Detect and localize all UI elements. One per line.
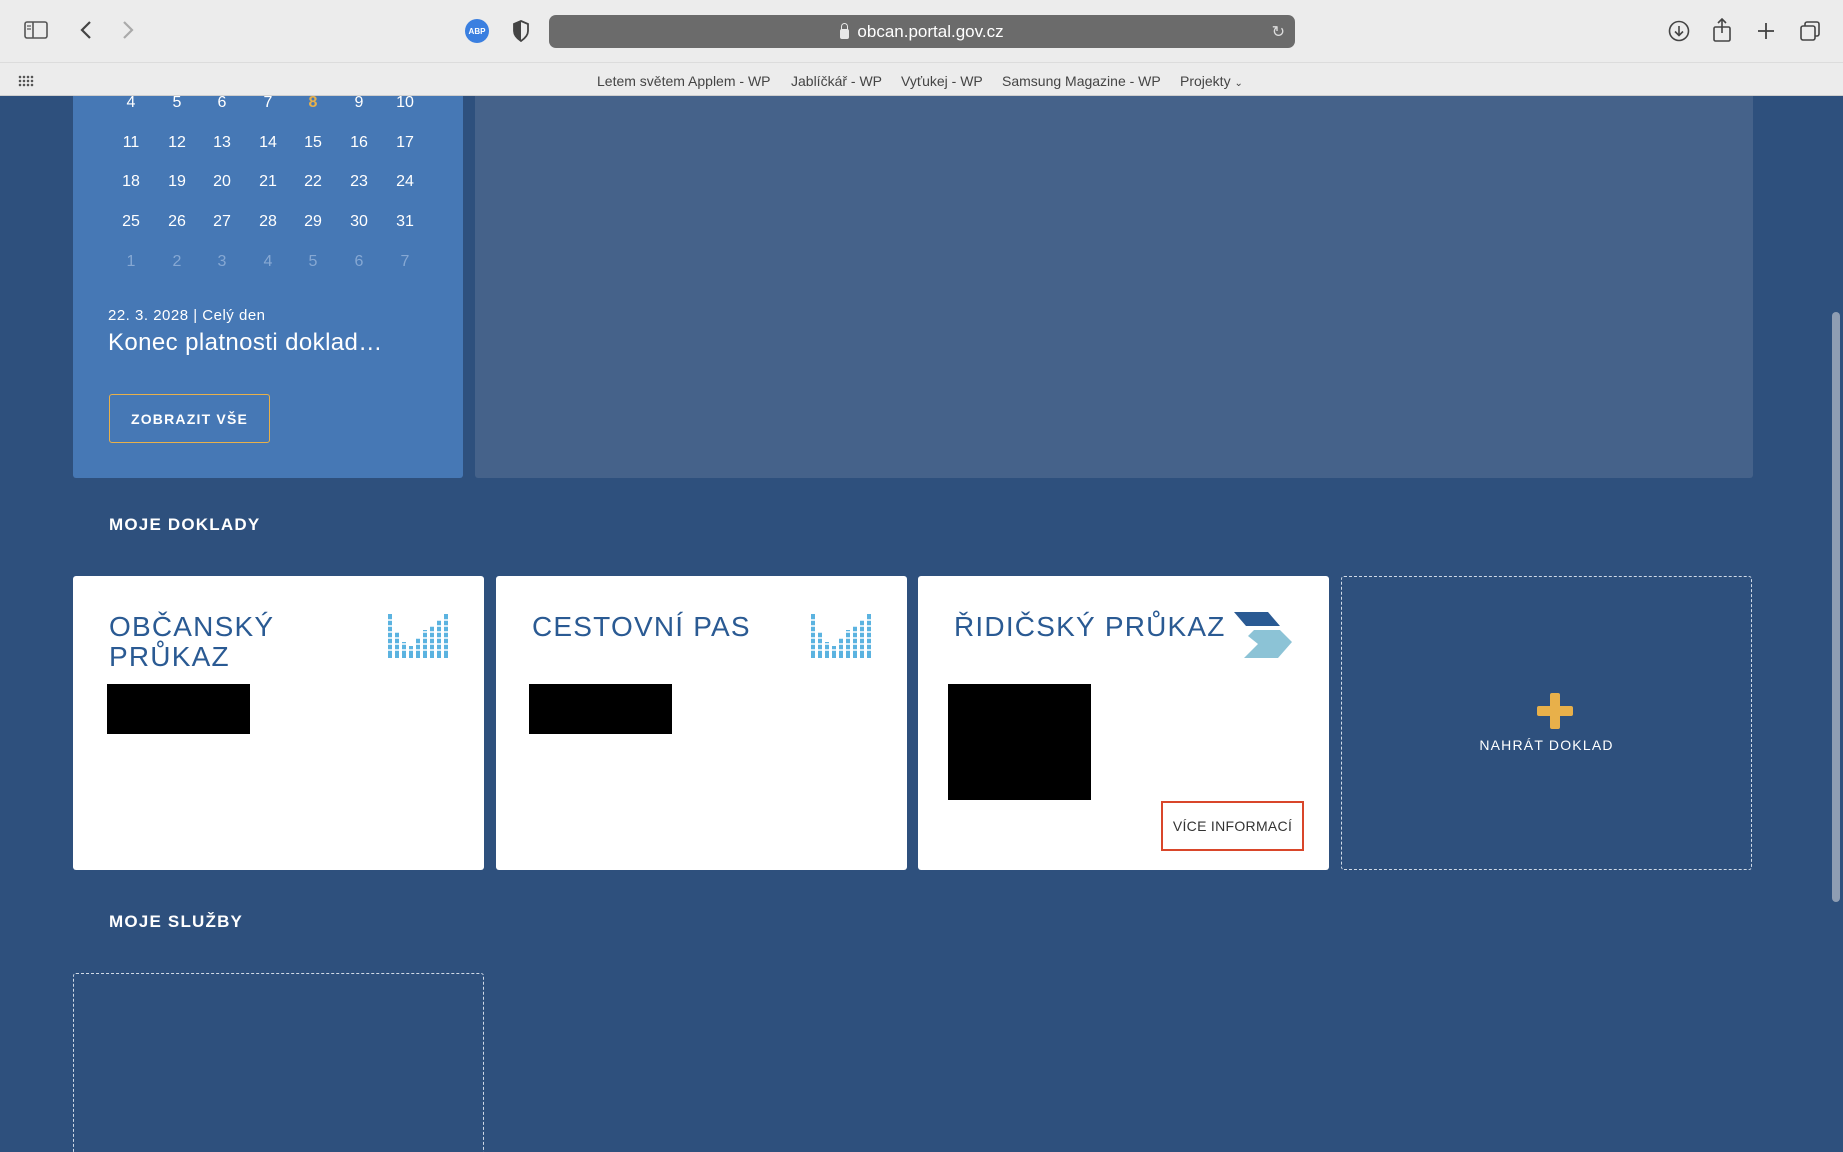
calendar-day[interactable]: 23 xyxy=(339,173,379,191)
calendar-day[interactable]: 22 xyxy=(293,173,333,191)
favorite-link-vytukej[interactable]: Vyťukej - WP xyxy=(901,73,983,89)
calendar-day[interactable]: 6 xyxy=(202,94,242,112)
calendar-day[interactable]: 27 xyxy=(202,213,242,231)
apps-grid-icon[interactable] xyxy=(18,75,34,87)
calendar-day[interactable]: 26 xyxy=(157,213,197,231)
calendar-widget: 4 5 6 7 8 9 10 11 12 13 14 15 16 17 18 1… xyxy=(73,94,463,478)
scrollbar[interactable] xyxy=(1832,312,1840,902)
calendar-day[interactable]: 19 xyxy=(157,173,197,191)
calendar-day[interactable]: 30 xyxy=(339,213,379,231)
redacted-document-number xyxy=(948,684,1091,800)
calendar-day-next-month[interactable]: 4 xyxy=(248,253,288,271)
calendar-day-next-month[interactable]: 5 xyxy=(293,253,333,271)
calendar-day[interactable]: 29 xyxy=(293,213,333,231)
favorite-link-samsung-magazine[interactable]: Samsung Magazine - WP xyxy=(1002,73,1161,89)
calendar-day[interactable]: 5 xyxy=(157,94,197,112)
tab-overview-icon[interactable] xyxy=(1798,19,1822,43)
calendar-day-next-month[interactable]: 1 xyxy=(111,253,151,271)
document-card-driving-licence[interactable]: ŘIDIČSKÝ PRŮKAZ VÍCE INFORMACÍ xyxy=(918,576,1329,870)
calendar-day[interactable]: 17 xyxy=(385,134,425,152)
calendar-day-next-month[interactable]: 2 xyxy=(157,253,197,271)
czech-point-logo-icon xyxy=(388,614,448,658)
calendar-day[interactable]: 20 xyxy=(202,173,242,191)
calendar-day-next-month[interactable]: 3 xyxy=(202,253,242,271)
calendar-day[interactable]: 11 xyxy=(111,134,151,152)
calendar-day[interactable]: 12 xyxy=(157,134,197,152)
favorite-link-letem-svetem-applem[interactable]: Letem světem Applem - WP xyxy=(597,73,771,89)
event-title[interactable]: Konec platnosti doklad… xyxy=(108,329,383,357)
calendar-day-next-month[interactable]: 7 xyxy=(385,253,425,271)
calendar-day[interactable]: 28 xyxy=(248,213,288,231)
adblock-icon[interactable]: ABP xyxy=(465,19,489,43)
calendar-week: 1 2 3 4 5 6 7 xyxy=(73,253,463,277)
calendar-week: 25 26 27 28 29 30 31 xyxy=(73,213,463,237)
calendar-day[interactable]: 14 xyxy=(248,134,288,152)
document-card-id-card[interactable]: OBČANSKÝ PRŮKAZ xyxy=(73,576,484,870)
redacted-document-number xyxy=(529,684,672,734)
calendar-day[interactable]: 18 xyxy=(111,173,151,191)
lock-icon xyxy=(840,22,850,39)
back-icon[interactable] xyxy=(76,18,96,42)
downloads-icon[interactable] xyxy=(1667,19,1691,43)
calendar-day-next-month[interactable]: 6 xyxy=(339,253,379,271)
url-text: obcan.portal.gov.cz xyxy=(857,21,1004,41)
content-panel xyxy=(475,96,1753,478)
calendar-day[interactable]: 9 xyxy=(339,94,379,112)
favorites-bar: Letem světem Applem - WP Jablíčkář - WP … xyxy=(0,62,1843,96)
calendar-day[interactable]: 10 xyxy=(385,94,425,112)
add-service-card[interactable] xyxy=(73,973,484,1152)
favorite-link-jablickar[interactable]: Jablíčkář - WP xyxy=(791,73,882,89)
redacted-document-number xyxy=(107,684,250,734)
calendar-week: 4 5 6 7 8 9 10 xyxy=(73,94,463,118)
calendar-week: 18 19 20 21 22 23 24 xyxy=(73,173,463,197)
show-all-button[interactable]: ZOBRAZIT VŠE xyxy=(109,394,270,443)
forward-icon[interactable] xyxy=(118,18,138,42)
calendar-day[interactable]: 13 xyxy=(202,134,242,152)
czech-point-logo-icon xyxy=(811,614,871,658)
plus-icon xyxy=(1537,693,1573,729)
share-icon[interactable] xyxy=(1711,17,1733,43)
calendar-day[interactable]: 15 xyxy=(293,134,333,152)
sidebar-toggle-icon[interactable] xyxy=(24,20,48,40)
document-card-title: ŘIDIČSKÝ PRŮKAZ xyxy=(954,611,1226,642)
document-card-title: OBČANSKÝ PRŮKAZ xyxy=(109,611,275,672)
transport-ministry-logo-icon xyxy=(1234,612,1292,658)
documents-section-title: MOJE DOKLADY xyxy=(109,515,261,534)
address-bar[interactable]: obcan.portal.gov.cz ↻ xyxy=(549,15,1295,48)
document-card-passport[interactable]: CESTOVNÍ PAS xyxy=(496,576,907,870)
upload-document-label: NAHRÁT DOKLAD xyxy=(1479,737,1614,753)
calendar-day[interactable]: 4 xyxy=(111,94,151,112)
document-card-title: CESTOVNÍ PAS xyxy=(532,611,751,642)
chevron-down-icon: ⌄ xyxy=(1234,78,1243,89)
calendar-day[interactable]: 31 xyxy=(385,213,425,231)
browser-toolbar: ABP obcan.portal.gov.cz ↻ xyxy=(0,0,1843,62)
favorites-folder-label: Projekty xyxy=(1180,73,1231,89)
calendar-day[interactable]: 21 xyxy=(248,173,288,191)
calendar-day-today[interactable]: 8 xyxy=(293,94,333,112)
event-date: 22. 3. 2028 | Celý den xyxy=(108,307,266,324)
favorites-folder-projekty[interactable]: Projekty ⌄ xyxy=(1180,73,1243,89)
reload-icon[interactable]: ↻ xyxy=(1272,22,1285,42)
calendar-day[interactable]: 16 xyxy=(339,134,379,152)
more-info-button[interactable]: VÍCE INFORMACÍ xyxy=(1161,801,1304,851)
services-section-title: MOJE SLUŽBY xyxy=(109,912,244,931)
new-tab-icon[interactable] xyxy=(1755,20,1777,42)
calendar-day[interactable]: 24 xyxy=(385,173,425,191)
calendar-day[interactable]: 7 xyxy=(248,94,288,112)
upload-document-card[interactable]: NAHRÁT DOKLAD xyxy=(1341,576,1752,870)
calendar-day[interactable]: 25 xyxy=(111,213,151,231)
calendar-week: 11 12 13 14 15 16 17 xyxy=(73,134,463,158)
privacy-shield-icon[interactable] xyxy=(512,20,530,43)
